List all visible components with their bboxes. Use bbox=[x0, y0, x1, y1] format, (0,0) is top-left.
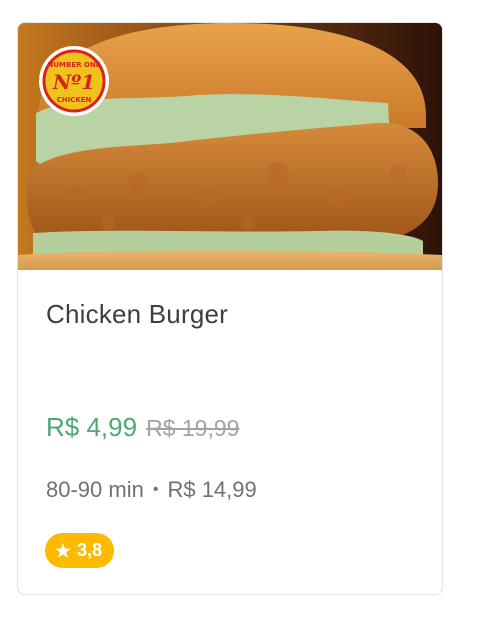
svg-text:Nº1: Nº1 bbox=[52, 70, 95, 94]
svg-text:NUMBER ONE: NUMBER ONE bbox=[47, 61, 100, 69]
product-image: NUMBER ONE Nº1 CHICKEN bbox=[18, 23, 442, 270]
delivery-info: 80-90 min • R$ 14,99 bbox=[46, 477, 257, 503]
original-price: R$ 19,99 bbox=[146, 415, 240, 441]
star-icon: ★ bbox=[55, 540, 72, 561]
current-price: R$ 4,99 bbox=[46, 412, 138, 442]
svg-text:CHICKEN: CHICKEN bbox=[57, 96, 92, 104]
product-title: Chicken Burger bbox=[46, 299, 228, 329]
separator-dot: • bbox=[152, 481, 159, 498]
product-card[interactable]: NUMBER ONE Nº1 CHICKEN Chicken Burger R$… bbox=[17, 22, 443, 595]
rating-badge: ★ 3,8 bbox=[45, 533, 115, 568]
rating-value: 3,8 bbox=[77, 540, 103, 560]
price-row: R$ 4,99 R$ 19,99 bbox=[46, 412, 239, 443]
restaurant-logo: NUMBER ONE Nº1 CHICKEN bbox=[39, 46, 109, 116]
delivery-fee: R$ 14,99 bbox=[167, 477, 257, 502]
delivery-time: 80-90 min bbox=[46, 477, 144, 502]
